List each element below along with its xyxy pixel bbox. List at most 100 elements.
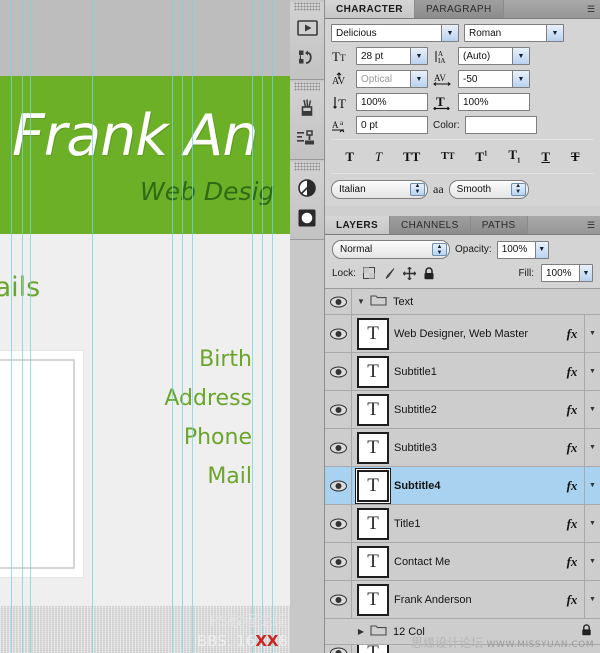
layer-row[interactable]: T Title1 fx ▼ — [325, 505, 600, 543]
visibility-toggle[interactable] — [325, 315, 352, 352]
layer-thumbnail[interactable]: T — [352, 469, 394, 502]
kerning-input[interactable]: Optical ▼ — [356, 70, 428, 88]
chevron-down-icon[interactable]: ▼ — [584, 429, 600, 466]
clone-source-icon[interactable] — [294, 124, 321, 151]
leading-input[interactable]: (Auto) ▼ — [458, 47, 530, 65]
chevron-down-icon[interactable]: ▼ — [534, 241, 548, 258]
layer-row[interactable]: T Frank Anderson fx ▼ — [325, 581, 600, 619]
chevron-down-icon[interactable]: ▼ — [512, 71, 529, 87]
chevron-down-icon[interactable]: ▼ — [584, 315, 600, 352]
dock-grip[interactable] — [294, 82, 320, 91]
opacity-input[interactable]: 100% ▼ — [496, 240, 549, 259]
layer-thumbnail[interactable]: T — [352, 355, 394, 388]
tab-paths[interactable]: PATHS — [470, 216, 528, 234]
visibility-toggle[interactable] — [325, 467, 352, 504]
dock-grip[interactable] — [294, 2, 320, 11]
layer-row[interactable]: T Subtitle2 fx ▼ — [325, 391, 600, 429]
layer-row-selected[interactable]: T Subtitle4 fx ▼ — [325, 467, 600, 505]
subscript-button[interactable]: T1 — [508, 148, 520, 165]
tab-paragraph[interactable]: PARAGRAPH — [414, 0, 504, 18]
play-icon[interactable] — [294, 14, 321, 41]
superscript-button[interactable]: T1 — [475, 150, 487, 163]
layer-effects-icon[interactable]: fx — [560, 478, 584, 494]
chevron-down-icon[interactable]: ▼ — [584, 391, 600, 428]
layer-effects-icon[interactable]: fx — [560, 364, 584, 380]
lock-image-pixels-icon[interactable] — [383, 267, 396, 280]
chevron-down-icon[interactable]: ▼ — [584, 505, 600, 542]
lock-position-icon[interactable] — [402, 266, 416, 280]
font-size-input[interactable]: 28 pt ▼ — [356, 47, 428, 65]
layer-row[interactable]: T Subtitle3 fx ▼ — [325, 429, 600, 467]
layer-thumbnail[interactable]: T — [352, 393, 394, 426]
layer-effects-icon[interactable]: fx — [560, 592, 584, 608]
spinner-arrows-icon[interactable]: ▲ ▼ — [510, 182, 526, 196]
underline-button[interactable]: T — [541, 150, 550, 163]
blend-mode-select[interactable]: Normal ▲ ▼ — [332, 240, 450, 259]
layer-thumbnail[interactable]: T — [352, 431, 394, 464]
small-caps-button[interactable]: TT — [441, 150, 454, 162]
layer-thumbnail[interactable]: T — [352, 583, 394, 616]
fill-input[interactable]: 100% ▼ — [541, 264, 593, 282]
layer-thumbnail[interactable]: T — [352, 317, 394, 350]
layer-row[interactable]: T Contact Me fx ▼ — [325, 543, 600, 581]
history-icon[interactable] — [294, 44, 321, 71]
adjustments-icon[interactable] — [294, 174, 321, 201]
faux-bold-button[interactable]: T — [345, 150, 354, 163]
chevron-down-icon[interactable]: ▼ — [579, 265, 592, 281]
masks-icon[interactable] — [294, 204, 321, 231]
layer-effects-icon[interactable]: fx — [560, 554, 584, 570]
visibility-toggle[interactable] — [325, 505, 352, 542]
lock-transparent-pixels-icon[interactable] — [363, 267, 376, 280]
visibility-toggle[interactable] — [325, 289, 352, 314]
dock-grip[interactable] — [294, 162, 320, 171]
document-canvas[interactable]: Frank An Web Desig tails Birth Address P… — [0, 0, 290, 653]
antialias-select[interactable]: Smooth ▲ ▼ — [448, 179, 529, 199]
chevron-down-icon[interactable]: ▼ — [410, 71, 427, 87]
strikethrough-button[interactable]: T — [571, 150, 580, 163]
visibility-toggle[interactable] — [325, 543, 352, 580]
chevron-down-icon[interactable]: ▼ — [584, 467, 600, 504]
spinner-arrows-icon[interactable]: ▲ ▼ — [432, 243, 447, 256]
chevron-down-icon[interactable]: ▼ — [584, 581, 600, 618]
visibility-toggle[interactable] — [325, 353, 352, 390]
all-caps-button[interactable]: TT — [403, 150, 420, 163]
faux-italic-button[interactable]: T — [375, 150, 382, 163]
lock-all-icon[interactable] — [423, 266, 436, 280]
layer-group-12col[interactable]: ▶ 12 Col — [325, 619, 600, 645]
layer-group-text[interactable]: ▼ Text — [325, 289, 600, 315]
panel-menu-icon[interactable]: ☰ — [582, 0, 600, 18]
visibility-toggle[interactable] — [325, 645, 352, 653]
visibility-toggle[interactable] — [325, 581, 352, 618]
group-collapse-arrow-icon[interactable]: ▶ — [352, 627, 370, 636]
horizontal-scale-input[interactable]: 100% — [458, 93, 530, 111]
layer-effects-icon[interactable]: fx — [560, 326, 584, 342]
layer-thumbnail[interactable]: T — [352, 507, 394, 540]
layer-effects-icon[interactable]: fx — [560, 440, 584, 456]
panel-menu-icon[interactable]: ☰ — [582, 216, 600, 234]
chevron-down-icon[interactable]: ▼ — [546, 25, 563, 41]
layer-thumbnail[interactable]: T — [352, 545, 394, 578]
layer-thumbnail[interactable]: T — [352, 645, 394, 653]
tab-character[interactable]: CHARACTER — [325, 0, 415, 18]
spinner-arrows-icon[interactable]: ▲ ▼ — [410, 182, 425, 196]
layer-effects-icon[interactable]: fx — [560, 402, 584, 418]
text-color-swatch[interactable] — [464, 116, 537, 134]
vertical-scale-input[interactable]: 100% — [356, 93, 428, 111]
tab-channels[interactable]: CHANNELS — [390, 216, 471, 234]
language-select[interactable]: Italian ▲ ▼ — [331, 179, 428, 199]
tab-layers[interactable]: LAYERS — [325, 216, 391, 234]
chevron-down-icon[interactable]: ▼ — [410, 48, 427, 64]
layers-list[interactable]: ▼ Text T Web Designer, Web Master fx ▼ T… — [325, 289, 600, 653]
font-style-select[interactable]: Roman ▼ — [464, 24, 564, 42]
font-family-select[interactable]: Delicious ▼ — [331, 24, 459, 42]
visibility-toggle[interactable] — [325, 391, 352, 428]
chevron-down-icon[interactable]: ▼ — [512, 48, 529, 64]
tracking-input[interactable]: -50 ▼ — [458, 70, 530, 88]
brushes-icon[interactable] — [294, 94, 321, 121]
group-expand-arrow-icon[interactable]: ▼ — [352, 297, 370, 306]
layer-row[interactable]: T Web Designer, Web Master fx ▼ — [325, 315, 600, 353]
chevron-down-icon[interactable]: ▼ — [441, 25, 458, 41]
layer-row-partial[interactable]: T — [325, 645, 600, 653]
visibility-toggle[interactable] — [325, 429, 352, 466]
chevron-down-icon[interactable]: ▼ — [584, 543, 600, 580]
